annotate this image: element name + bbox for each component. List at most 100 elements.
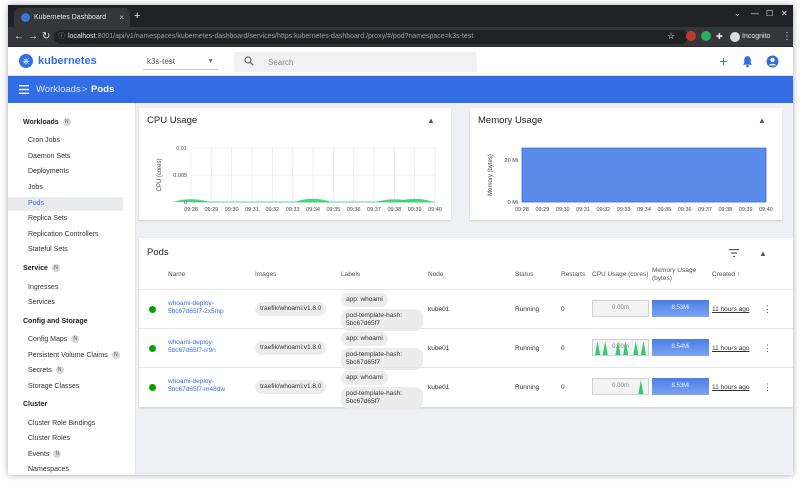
x-tick-label: 09:32 (265, 207, 279, 213)
filter-icon[interactable] (729, 249, 739, 257)
sidebar-item-config-maps[interactable]: Config Maps N (8, 333, 123, 347)
create-resource-button[interactable]: + (717, 54, 730, 68)
group-label: Workloads (23, 119, 59, 126)
x-tick-label: 09:40 (428, 207, 442, 213)
sidebar-item-jobs[interactable]: Jobs (8, 181, 123, 195)
account-icon[interactable] (766, 55, 779, 68)
extensions-puzzle-icon[interactable]: ✚ (716, 30, 723, 43)
sidebar-group-workloads[interactable]: Workloads N (23, 117, 71, 129)
search-icon (244, 56, 254, 66)
x-tick-label: 09:31 (576, 207, 590, 213)
maximize-button[interactable]: ☐ (766, 9, 773, 18)
table-row[interactable]: whoami-deploy-5bc67d65f7-2x5mp traefik/w… (139, 289, 793, 331)
sidebar-item-secrets[interactable]: Secrets N (8, 364, 123, 378)
sidebar-group-cluster[interactable]: Cluster (23, 399, 47, 411)
memory-usage-chart: 09:28 09:29 09:30 09:31 09:32 09:33 09:34 09:35… (488, 147, 773, 213)
x-tick-label: 09:37 (698, 207, 712, 213)
sidebar-nav: Workloads N Cron Jobs Daemon Sets Deploym… (8, 103, 136, 475)
y-tick-label: 0.005 (173, 173, 187, 179)
url-field[interactable]: ⓘ localhost:8001/api/v1/namespaces/kuber… (54, 30, 688, 44)
column-header-created[interactable]: Created ↑ (712, 271, 740, 279)
sidebar-item-events[interactable]: Events N (8, 448, 123, 462)
kubernetes-logo-icon[interactable]: ⎈ (19, 54, 33, 68)
status-cell: Running (515, 306, 540, 313)
namespaced-badge: N (53, 450, 62, 458)
extension-green-icon[interactable] (701, 31, 711, 41)
breadcrumb-bar: Workloads > Pods (8, 76, 793, 103)
column-header-node[interactable]: Node (428, 271, 444, 279)
node-cell[interactable]: kube01 (428, 384, 449, 392)
row-actions-kebab-icon[interactable]: ⋮ (763, 381, 772, 393)
sidebar-item-cron-jobs[interactable]: Cron Jobs (8, 134, 123, 148)
pod-name-link[interactable]: whoami-deploy-5bc67d65f7-m48dw (168, 378, 248, 394)
pod-name-link[interactable]: whoami-deploy-5bc67d65f7-rr9n (168, 339, 248, 355)
cpu-value: 0.00m (612, 344, 629, 350)
sidebar-item-pods[interactable]: Pods (8, 197, 123, 211)
pod-name-link[interactable]: whoami-deploy-5bc67d65f7-2x5mp (168, 300, 248, 316)
sidebar-item-persistent-volume-claims[interactable]: Persistent Volume Claims N (8, 349, 123, 363)
group-label: Service (23, 265, 48, 272)
namespaced-badge: N (62, 118, 71, 126)
chevron-down-icon: ▼ (207, 58, 214, 65)
extension-red-icon[interactable] (686, 31, 696, 41)
sidebar-group-service[interactable]: Service N (23, 263, 60, 275)
bookmark-star-icon[interactable]: ☆ (667, 30, 675, 43)
y-axis-label: CPU (cores) (157, 158, 163, 191)
info-icon[interactable]: ⓘ (58, 30, 65, 44)
column-header-restarts[interactable]: Restarts (561, 271, 585, 279)
x-tick-label: 09:31 (245, 207, 259, 213)
browser-tab[interactable]: Kubernetes Dashboard × (14, 8, 130, 27)
status-running-icon (149, 345, 156, 352)
sidebar-item-daemon-sets[interactable]: Daemon Sets (8, 150, 123, 164)
reload-icon[interactable]: ↻ (42, 30, 50, 43)
collapse-pods-icon[interactable]: ▲ (759, 249, 767, 258)
column-header-name[interactable]: Name (168, 271, 185, 279)
sidebar-group-config-storage[interactable]: Config and Storage (23, 316, 88, 328)
close-window-button[interactable]: ✕ (781, 9, 788, 18)
namespace-select[interactable]: k3s-test ▼ (143, 53, 218, 70)
browser-menu-icon[interactable]: ⋮ (782, 30, 792, 43)
node-cell[interactable]: kube01 (428, 345, 449, 353)
sidebar-item-storage-classes[interactable]: Storage Classes (8, 380, 123, 394)
tab-search-icon[interactable]: ⌄ (734, 9, 741, 18)
node-cell[interactable]: kube01 (428, 306, 449, 314)
image-chip: traefik/whoami:v1.8.0 (255, 302, 327, 316)
sidebar-item-stateful-sets[interactable]: Stateful Sets (8, 243, 123, 257)
url-path: :8001/api/v1/namespaces/kubernetes-dashb… (95, 33, 474, 40)
x-tick-label: 09:37 (367, 207, 381, 213)
new-tab-button[interactable]: + (134, 8, 140, 24)
sidebar-item-services[interactable]: Services (8, 296, 123, 310)
row-actions-kebab-icon[interactable]: ⋮ (763, 303, 772, 315)
search-input[interactable] (234, 52, 477, 72)
collapse-cpu-icon[interactable]: ▲ (427, 116, 435, 125)
back-arrow-icon[interactable]: ← (14, 30, 24, 43)
sidebar-item-cluster-role-bindings[interactable]: Cluster Role Bindings (8, 417, 123, 431)
created-time[interactable]: 11 hours ago (712, 384, 749, 392)
sidebar-item-namespaces[interactable]: Namespaces (8, 463, 123, 475)
sidebar-item-replica-sets[interactable]: Replica Sets (8, 212, 123, 226)
status-cell: Running (515, 345, 540, 352)
sidebar-item-cluster-roles[interactable]: Cluster Roles (8, 432, 123, 446)
menu-hamburger-icon[interactable] (19, 85, 29, 94)
tab-close-icon[interactable]: × (119, 8, 124, 27)
sidebar-item-deployments[interactable]: Deployments (8, 165, 123, 179)
breadcrumb-workloads[interactable]: Workloads (36, 76, 81, 103)
notifications-bell-icon[interactable] (741, 55, 754, 68)
forward-arrow-icon[interactable]: → (28, 30, 38, 43)
sidebar-item-ingresses[interactable]: Ingresses (8, 281, 123, 295)
sidebar-item-replication-controllers[interactable]: Replication Controllers (8, 228, 123, 242)
table-row[interactable]: whoami-deploy-5bc67d65f7-m48dw traefik/w… (139, 367, 793, 409)
x-tick-label: 09:33 (617, 207, 631, 213)
table-row[interactable]: whoami-deploy-5bc67d65f7-rr9n traefik/wh… (139, 328, 793, 370)
minimize-button[interactable]: — (751, 9, 759, 18)
address-bar: ← → ↻ ⓘ localhost:8001/api/v1/namespaces… (8, 27, 793, 47)
column-header-status[interactable]: Status (515, 271, 533, 279)
created-time[interactable]: 11 hours ago (712, 306, 749, 314)
row-actions-kebab-icon[interactable]: ⋮ (763, 342, 772, 354)
brand-name[interactable]: kubernetes (38, 54, 97, 68)
collapse-memory-icon[interactable]: ▲ (758, 116, 766, 125)
created-time[interactable]: 11 hours ago (712, 345, 749, 353)
x-tick-label: 09:36 (347, 207, 361, 213)
incognito-indicator[interactable]: Incognito (730, 30, 770, 44)
restarts-cell: 0 (561, 345, 565, 352)
